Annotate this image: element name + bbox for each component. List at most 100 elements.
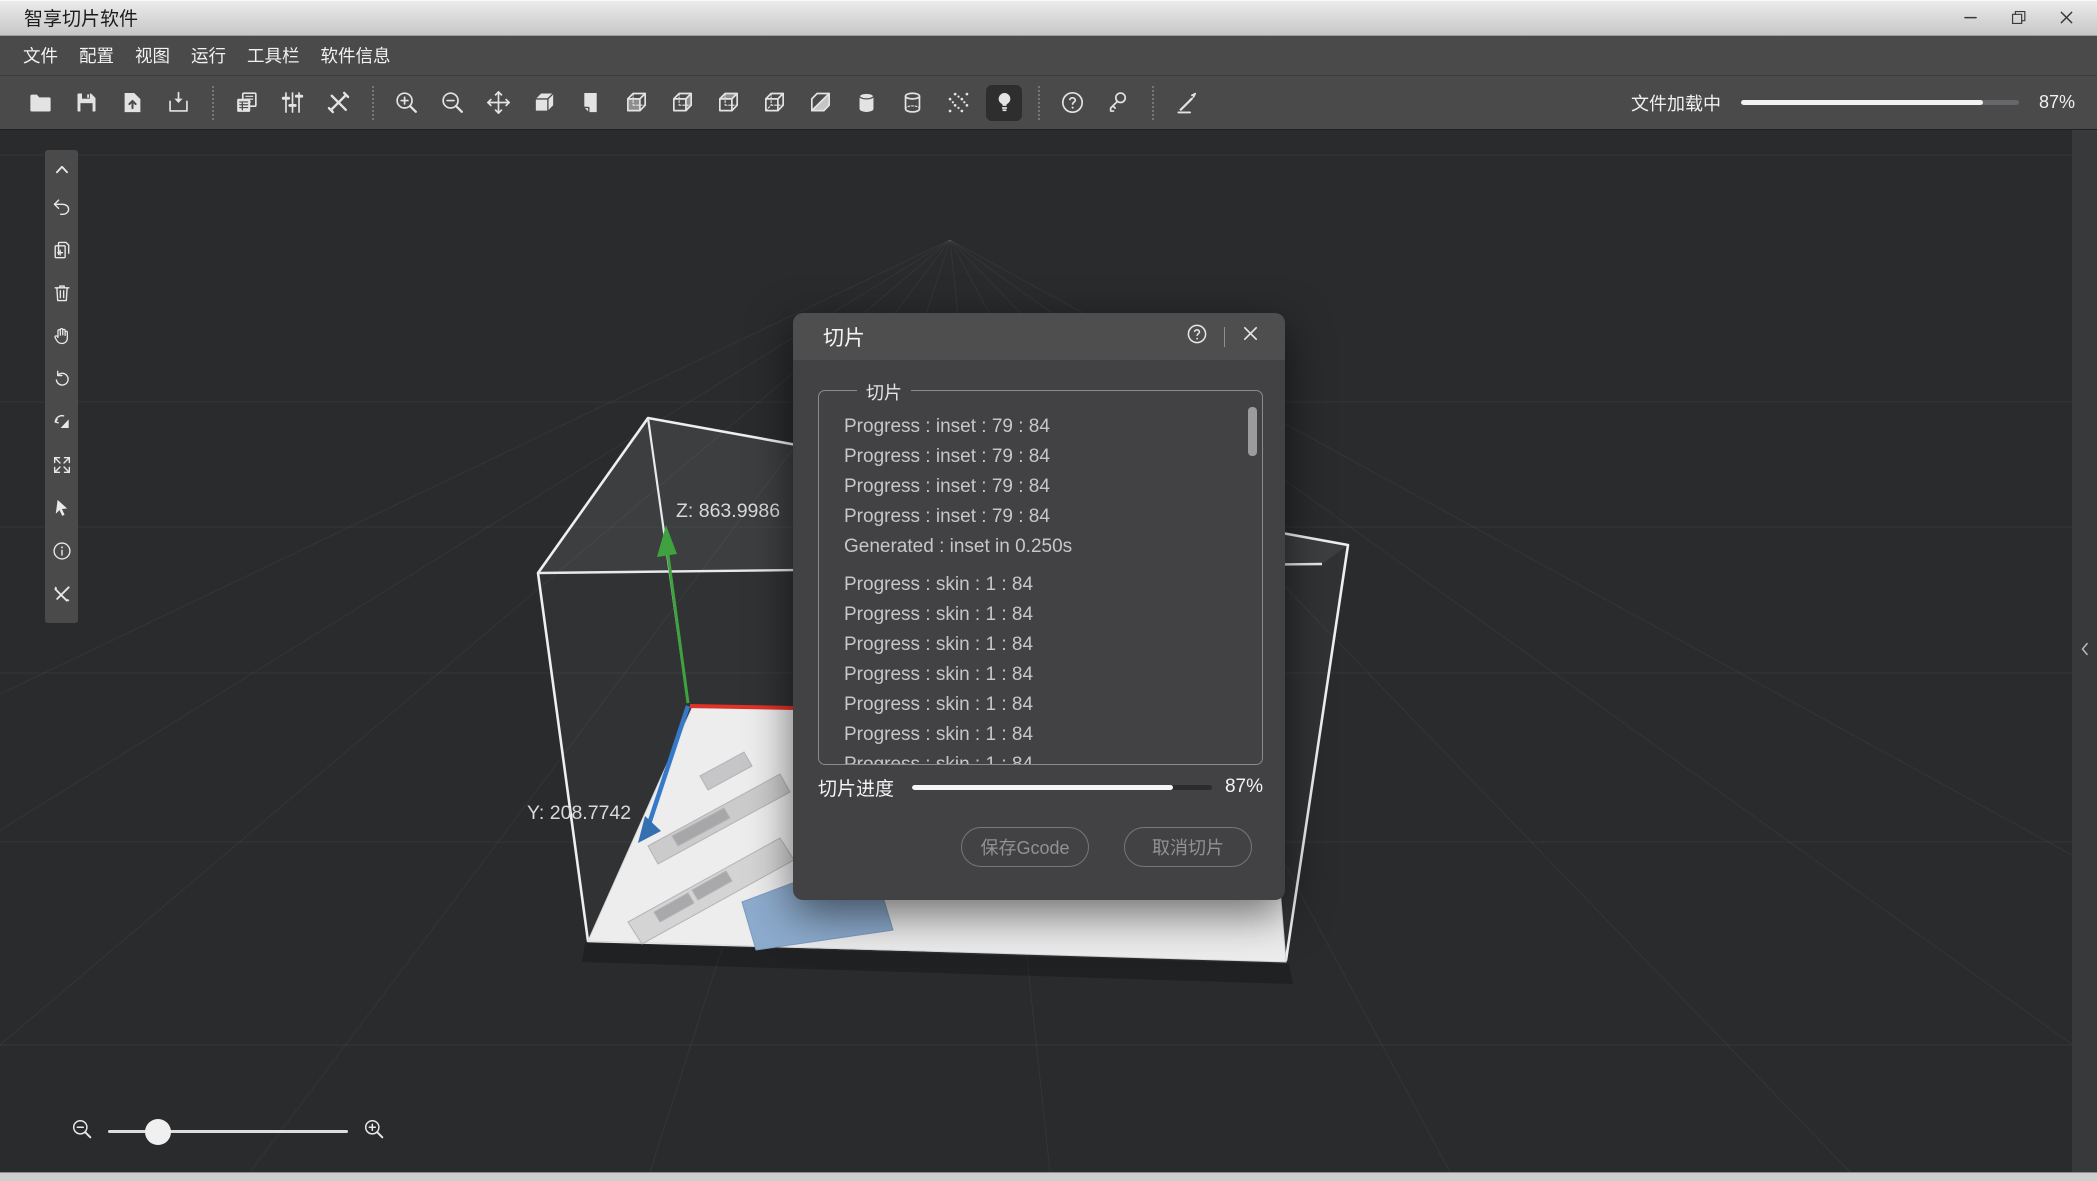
close-icon — [1240, 323, 1261, 344]
view-cylinder-wire-button[interactable] — [894, 85, 930, 121]
view-plane-button[interactable] — [572, 85, 608, 121]
zoom-in-button[interactable] — [388, 85, 424, 121]
copy-icon — [233, 89, 260, 116]
zoom-out-icon[interactable] — [70, 1117, 94, 1146]
bulb-icon — [991, 89, 1018, 116]
viewport-3d[interactable]: Z: 863.9986 Y: 208.7742 切片 — [0, 130, 2097, 1172]
save-file-button[interactable] — [68, 85, 104, 121]
slice-log[interactable]: Progress : inset : 79 : 84Progress : ins… — [819, 391, 1262, 764]
scroll-up-button[interactable] — [45, 155, 78, 185]
tools-button[interactable] — [320, 85, 356, 121]
save-icon — [73, 89, 100, 116]
zoom-in-icon[interactable] — [362, 1117, 386, 1146]
titlebar: 智享切片软件 — [0, 0, 2097, 36]
cube-solid-icon — [531, 89, 558, 116]
expand-icon — [51, 454, 73, 476]
undo-button[interactable] — [45, 185, 78, 228]
move-icon — [485, 89, 512, 116]
menu-view[interactable]: 视图 — [135, 43, 170, 68]
bottom-window-edge — [0, 1172, 2097, 1181]
zoom-slider-thumb[interactable] — [145, 1119, 171, 1145]
slice-log-group-label: 切片 — [857, 379, 911, 405]
trash-icon — [51, 282, 73, 304]
slice-dialog-title: 切片 — [823, 322, 865, 352]
slice-pen-button[interactable] — [1168, 85, 1204, 121]
zoom-out-button[interactable] — [434, 85, 470, 121]
x-axis — [690, 706, 795, 708]
move-button[interactable] — [480, 85, 516, 121]
zoom-control — [70, 1117, 386, 1146]
pen-icon — [1173, 89, 1200, 116]
view-half-button[interactable] — [802, 85, 838, 121]
save-gcode-button[interactable]: 保存Gcode — [961, 827, 1089, 867]
fix-icon — [51, 583, 73, 605]
rotate-button[interactable] — [45, 357, 78, 400]
info-icon — [51, 540, 73, 562]
log-line: Progress : skin : 1 : 84 — [844, 750, 1238, 764]
log-line: Progress : skin : 1 : 84 — [844, 720, 1238, 750]
open-file-button[interactable] — [22, 85, 58, 121]
restore-icon — [2009, 8, 2028, 27]
app-window: 智享切片软件 文件配置视图运行工具栏软件信息 文件加载中 87% — [0, 0, 2097, 1181]
log-line: Generated : inset in 0.250s — [844, 532, 1238, 562]
select-button[interactable] — [45, 486, 78, 529]
help-button[interactable] — [1054, 85, 1090, 121]
view-top-button[interactable] — [710, 85, 746, 121]
points-icon — [945, 89, 972, 116]
log-scrollbar-thumb[interactable] — [1248, 407, 1257, 456]
duplicate-button[interactable] — [45, 228, 78, 271]
view-front-button[interactable] — [618, 85, 654, 121]
slice-dialog: 切片 切片 Progress : inset : 79 : 84Progress… — [793, 313, 1285, 900]
menu-run[interactable]: 运行 — [191, 43, 226, 68]
slice-progress-label: 切片进度 — [818, 774, 912, 801]
dialog-close-icon[interactable] — [1240, 323, 1261, 350]
dialog-help-icon[interactable] — [1185, 322, 1209, 352]
zoom-out-icon — [439, 89, 466, 116]
menu-toolbar[interactable]: 工具栏 — [247, 43, 300, 68]
close-icon — [2057, 8, 2076, 27]
log-line: Progress : skin : 1 : 84 — [844, 660, 1238, 690]
pan-button[interactable] — [45, 314, 78, 357]
y-axis-label: Y: 208.7742 — [527, 802, 631, 824]
menu-file[interactable]: 文件 — [23, 43, 58, 68]
hand-icon — [51, 325, 73, 347]
cube-side-icon — [669, 89, 696, 116]
zoom-out-icon — [70, 1117, 94, 1141]
chevron-left-icon — [2075, 639, 2095, 659]
rotate-icon — [51, 368, 73, 390]
minimize-button[interactable] — [1959, 7, 1981, 29]
menu-config[interactable]: 配置 — [79, 43, 114, 68]
slice-log-group: 切片 Progress : inset : 79 : 84Progress : … — [818, 390, 1263, 765]
parameter-sliders-button[interactable] — [274, 85, 310, 121]
view-side-button[interactable] — [664, 85, 700, 121]
model-info-button[interactable] — [45, 529, 78, 572]
delete-button[interactable] — [45, 271, 78, 314]
cancel-slice-button[interactable]: 取消切片 — [1124, 827, 1252, 867]
mirror-icon — [51, 411, 73, 433]
menu-about[interactable]: 软件信息 — [321, 43, 391, 68]
mirror-button[interactable] — [45, 400, 78, 443]
load-file-button[interactable] — [160, 85, 196, 121]
file-loading-label: 文件加载中 — [1631, 90, 1721, 116]
light-button[interactable] — [986, 85, 1022, 121]
cylinder-icon — [853, 89, 880, 116]
undo-icon — [51, 196, 73, 218]
import-icon — [119, 89, 146, 116]
slice-dialog-header[interactable]: 切片 — [793, 313, 1285, 360]
scale-button[interactable] — [45, 443, 78, 486]
zoom-slider[interactable] — [108, 1130, 348, 1133]
panel-collapse-icon[interactable] — [2075, 639, 2095, 664]
repair-button[interactable] — [45, 572, 78, 615]
copy-profile-button[interactable] — [228, 85, 264, 121]
view-points-button[interactable] — [940, 85, 976, 121]
toolbar-separator — [1038, 86, 1040, 120]
import-file-button[interactable] — [114, 85, 150, 121]
license-key-button[interactable] — [1100, 85, 1136, 121]
view-wire-button[interactable] — [756, 85, 792, 121]
restore-button[interactable] — [2007, 7, 2029, 29]
zoom-in-icon — [362, 1117, 386, 1141]
log-line: Progress : inset : 79 : 84 — [844, 412, 1238, 442]
view-cylinder-button[interactable] — [848, 85, 884, 121]
view-solid-button[interactable] — [526, 85, 562, 121]
close-button[interactable] — [2055, 7, 2077, 29]
